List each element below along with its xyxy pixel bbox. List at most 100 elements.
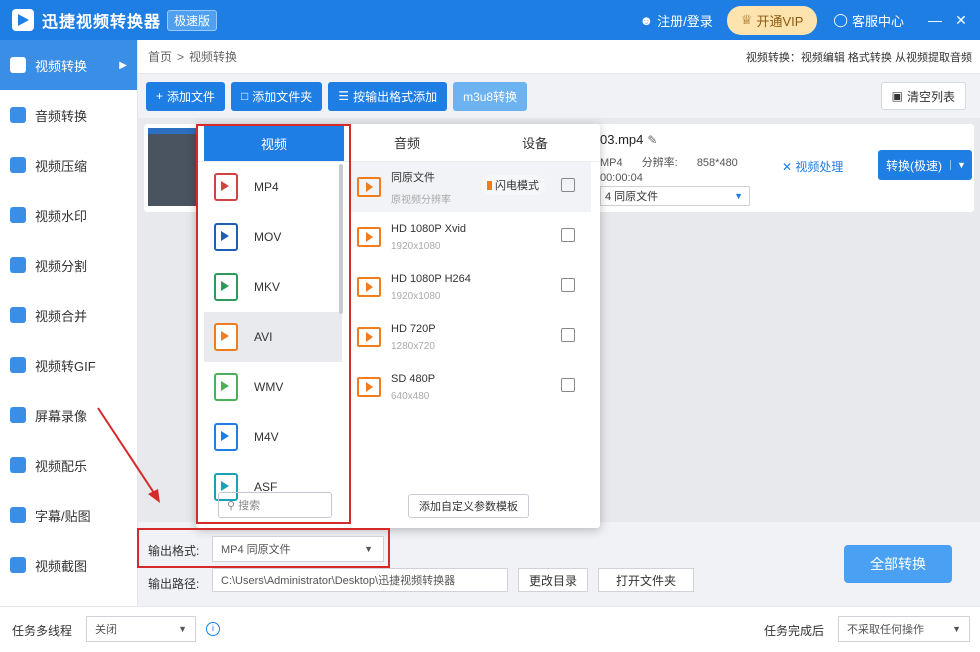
m3u8-button[interactable]: m3u8转换: [453, 81, 528, 111]
sidebar-item-label: 屏幕录像: [35, 408, 88, 424]
breadcrumb-home[interactable]: 首页: [148, 48, 172, 65]
video-preset-icon: [357, 177, 381, 197]
file-output-select[interactable]: 4 同原文件 ▼: [600, 186, 750, 206]
edit-icon[interactable]: [561, 178, 575, 192]
after-done-label: 任务完成后: [764, 624, 825, 638]
preset-sub: 1280x720: [391, 340, 435, 352]
preset-text: SD 480P 640x480: [391, 373, 435, 402]
preset-sub: 640x480: [391, 390, 430, 402]
output-format-select[interactable]: MP4 同原文件 ▼: [212, 536, 384, 562]
title-bar-actions: ☻ 注册/登录 ♕ 开通VIP ◯ 客服中心 — ✕: [639, 0, 980, 40]
preset-item[interactable]: HD 1080P Xvid 1920x1080: [351, 212, 591, 262]
chevron-right-icon: ▶: [119, 59, 127, 71]
chevron-down-icon: ▼: [178, 624, 187, 634]
chevron-down-icon: ▼: [364, 544, 373, 554]
video-compress-icon: [10, 157, 26, 173]
caret-down-icon[interactable]: ▼: [950, 160, 972, 170]
preset-item[interactable]: HD 1080P H264 1920x1080: [351, 262, 591, 312]
edit-icon[interactable]: [561, 328, 575, 342]
sidebar-item-label: 视频合并: [35, 308, 88, 324]
sidebar-item-merge[interactable]: 视频合并: [0, 290, 137, 340]
multithread-value: 关闭: [95, 624, 117, 636]
preset-title: 同原文件: [391, 171, 435, 184]
music-icon: [10, 457, 26, 473]
title-bar: 迅捷视频转换器 极速版 ☻ 注册/登录 ♕ 开通VIP ◯ 客服中心 — ✕: [0, 0, 980, 40]
app-title: 迅捷视频转换器: [42, 14, 162, 31]
open-folder-button[interactable]: 打开文件夹: [598, 568, 694, 592]
file-resolution: 858*480: [696, 157, 738, 169]
sidebar-item-split[interactable]: 视频分割: [0, 240, 137, 290]
tab-device[interactable]: 设备: [470, 124, 600, 161]
breadcrumb: 首页 > 视频转换 视频转换：视频编辑 格式转换 从视频提取音频: [138, 40, 980, 74]
sidebar-item-video-compress[interactable]: 视频压缩: [0, 140, 137, 190]
output-format-label: 输出格式:: [148, 544, 200, 558]
add-file-button[interactable]: + 添加文件: [146, 81, 226, 111]
folder-icon: □: [241, 89, 249, 103]
edit-icon[interactable]: [561, 228, 575, 242]
after-done-select[interactable]: 不采取任何操作 ▼: [838, 616, 970, 642]
tab-audio[interactable]: 音频: [344, 124, 470, 161]
chevron-down-icon: ▼: [952, 624, 961, 634]
sidebar-item-screenshot[interactable]: 视频截图: [0, 540, 137, 590]
output-path-input[interactable]: C:\Users\Administrator\Desktop\迅捷视频转换器: [212, 568, 508, 592]
preset-item[interactable]: HD 720P 1280x720: [351, 312, 591, 362]
screen-record-icon: [10, 407, 26, 423]
preset-title: HD 1080P H264: [391, 272, 471, 285]
preset-item[interactable]: 同原文件原视频分辨率 闪电模式: [351, 162, 591, 212]
convert-file-label: 转换(极速): [886, 158, 942, 173]
help-center-button[interactable]: ◯ 客服中心: [833, 11, 904, 30]
video-process-button[interactable]: ✕ 视频处理: [782, 158, 843, 175]
batch-add-button[interactable]: ☰ 按输出格式添加: [328, 81, 448, 111]
sidebar-item-label: 视频水印: [35, 208, 88, 224]
preset-sub: 1920x1080: [391, 290, 441, 302]
file-output-value: 4 同原文件: [605, 191, 659, 203]
sidebar-item-screen-record[interactable]: 屏幕录像: [0, 390, 137, 440]
sidebar-item-music[interactable]: 视频配乐: [0, 440, 137, 490]
convert-all-button[interactable]: 全部转换: [844, 545, 952, 583]
minimize-button[interactable]: —: [922, 12, 948, 28]
login-button[interactable]: ☻ 注册/登录: [639, 11, 712, 30]
multithread-select[interactable]: 关闭 ▼: [86, 616, 196, 642]
add-file-label: 添加文件: [167, 89, 216, 104]
sidebar-item-label: 音频转换: [35, 108, 88, 124]
flash-mode-label: 闪电模式: [495, 180, 539, 192]
sidebar-item-label: 视频配乐: [35, 458, 88, 474]
sidebar-item-subtitle[interactable]: 字幕/贴图: [0, 490, 137, 540]
sidebar-item-label: 视频转换: [35, 58, 88, 74]
change-directory-button[interactable]: 更改目录: [518, 568, 588, 592]
close-button[interactable]: ✕: [948, 12, 974, 29]
edit-icon[interactable]: [561, 278, 575, 292]
vip-label: 开通VIP: [756, 13, 804, 29]
convert-file-button[interactable]: 转换(极速) ▼: [878, 150, 972, 180]
vip-button[interactable]: ♕ 开通VIP: [726, 5, 818, 35]
edit-icon[interactable]: [561, 378, 575, 392]
highlight-box-format-list: [196, 124, 351, 524]
sidebar-item-video-convert[interactable]: 视频转换 ▶: [0, 40, 137, 90]
output-path-label: 输出路径:: [148, 577, 200, 591]
sidebar-item-watermark[interactable]: 视频水印: [0, 190, 137, 240]
breadcrumb-separator: >: [177, 49, 185, 64]
multithread-label: 任务多线程: [12, 624, 73, 638]
preset-text: HD 720P 1280x720: [391, 323, 436, 352]
trash-icon: ▣: [891, 89, 903, 103]
file-duration: 00:00:04: [600, 172, 643, 184]
add-folder-label: 添加文件夹: [252, 89, 313, 104]
add-custom-template-button[interactable]: 添加自定义参数模板: [408, 494, 529, 518]
preset-title: HD 720P: [391, 322, 436, 335]
preset-text: HD 1080P H264 1920x1080: [391, 273, 471, 302]
preset-sub: 原视频分辨率: [391, 194, 451, 206]
info-icon[interactable]: i: [206, 622, 220, 636]
audio-convert-icon: [10, 107, 26, 123]
resolution-label: 分辨率:: [641, 157, 678, 169]
toolbar: + 添加文件 □ 添加文件夹 ☰ 按输出格式添加 m3u8转换 ▣ 清空列表: [138, 74, 980, 118]
video-preset-icon: [357, 327, 381, 347]
preset-item[interactable]: SD 480P 640x480: [351, 362, 591, 412]
clear-list-button[interactable]: ▣ 清空列表: [880, 82, 966, 110]
add-folder-button[interactable]: □ 添加文件夹: [231, 81, 323, 111]
file-name: 03.mp4 ✎: [600, 132, 657, 147]
preset-text: 同原文件原视频分辨率: [391, 169, 451, 206]
sidebar-item-gif[interactable]: 视频转GIF: [0, 340, 137, 390]
sidebar-item-audio-convert[interactable]: 音频转换: [0, 90, 137, 140]
pencil-icon[interactable]: ✎: [647, 133, 657, 147]
preset-title: HD 1080P Xvid: [391, 222, 467, 235]
